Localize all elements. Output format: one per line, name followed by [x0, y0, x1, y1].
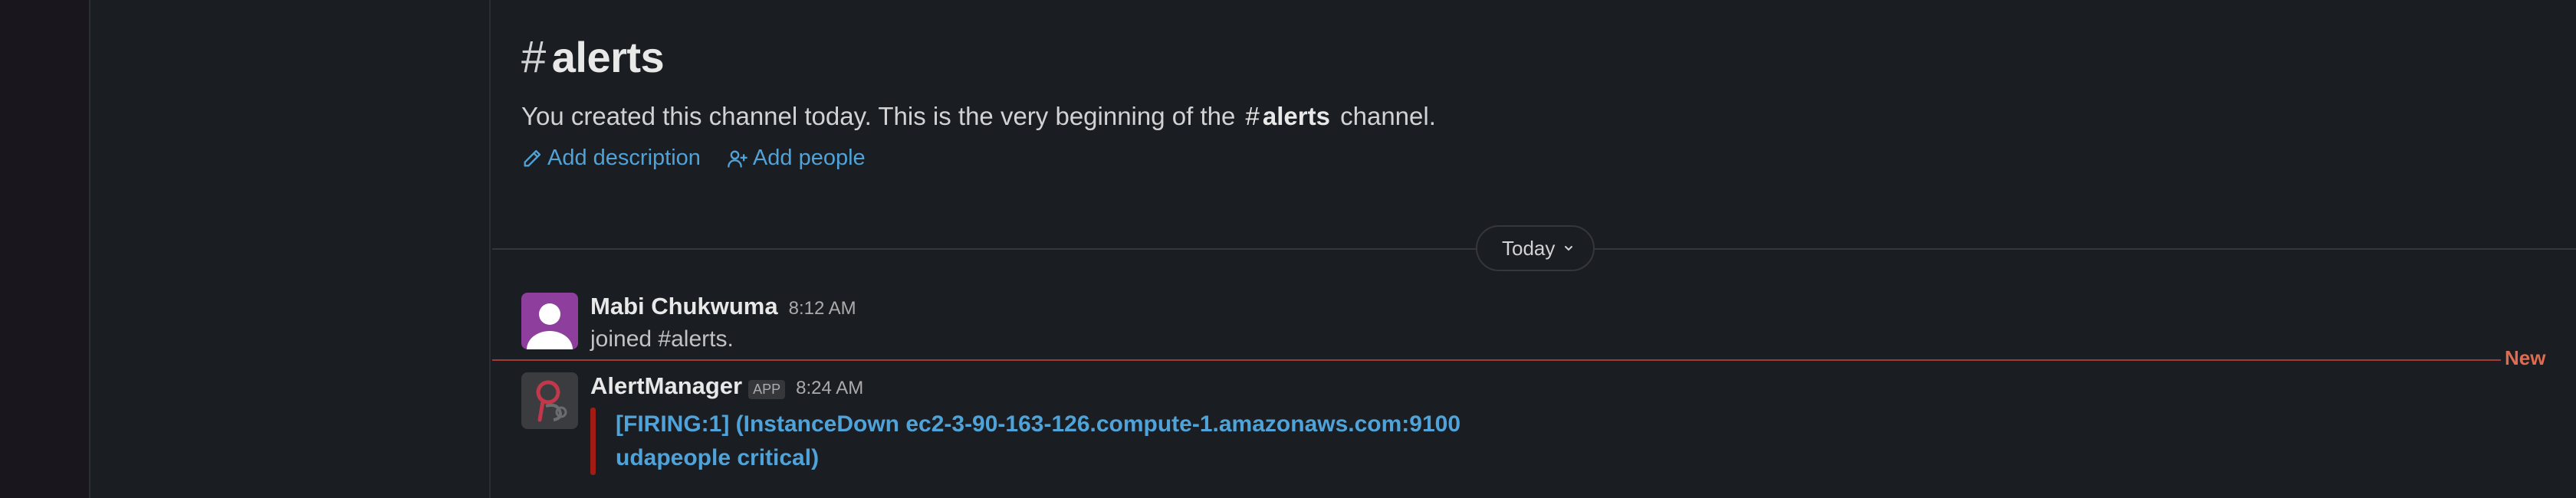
intro-suffix: channel.	[1340, 102, 1436, 130]
intro-channel-link[interactable]: # alerts	[1246, 102, 1330, 130]
attachment-color-bar	[590, 408, 596, 475]
channel-intro: # alerts You created this channel today.…	[521, 29, 1436, 171]
day-divider-label: Today	[1502, 236, 1556, 260]
workspace-rail	[0, 0, 90, 498]
message-body: AlertManager APP 8:24 AM [FIRING:1] (Ins…	[590, 372, 1460, 475]
alertmanager-logo-icon	[521, 372, 578, 429]
timestamp[interactable]: 8:24 AM	[796, 378, 863, 399]
message-item: Mabi Chukwuma 8:12 AM joined #alerts.	[521, 293, 856, 352]
app-badge: APP	[748, 380, 786, 399]
add-description-button[interactable]: Add description	[521, 146, 701, 171]
sender-name[interactable]: AlertManager	[590, 372, 742, 400]
intro-prefix: You created this channel today. This is …	[521, 102, 1236, 130]
add-description-label: Add description	[547, 146, 701, 170]
intro-hash: #	[1245, 102, 1260, 130]
attachment-content: [FIRING:1] (InstanceDown ec2-3-90-163-12…	[616, 408, 1460, 475]
avatar[interactable]	[521, 293, 578, 349]
message-pane: # alerts You created this channel today.…	[492, 0, 2576, 498]
channel-sidebar	[92, 0, 491, 498]
channel-name: alerts	[551, 32, 665, 81]
sender-name[interactable]: Mabi Chukwuma	[590, 293, 778, 320]
day-divider-button[interactable]: Today	[1476, 225, 1595, 271]
new-messages-label: New	[2505, 346, 2546, 369]
add-people-button[interactable]: Add people	[727, 146, 866, 171]
pencil-icon	[524, 149, 541, 166]
attachment-title-line[interactable]: [FIRING:1] (InstanceDown ec2-3-90-163-12…	[616, 408, 1460, 441]
channel-intro-text: You created this channel today. This is …	[521, 100, 1436, 133]
intro-channel-name: alerts	[1262, 102, 1330, 130]
chevron-down-icon	[1565, 246, 1573, 251]
new-messages-line	[492, 359, 2501, 361]
message-text: joined #alerts.	[590, 326, 734, 352]
user-avatar-icon	[521, 293, 578, 349]
message-body: Mabi Chukwuma 8:12 AM joined #alerts.	[590, 293, 856, 352]
hash-icon: #	[521, 31, 546, 82]
timestamp[interactable]: 8:12 AM	[789, 298, 856, 319]
add-person-icon	[728, 150, 748, 168]
channel-title: # alerts	[521, 29, 1436, 84]
message-header: AlertManager APP 8:24 AM	[590, 372, 1460, 400]
avatar[interactable]	[521, 372, 578, 429]
attachment-title-line[interactable]: udapeople critical)	[616, 441, 1460, 475]
message-header: Mabi Chukwuma 8:12 AM	[590, 293, 856, 320]
message-item: AlertManager APP 8:24 AM [FIRING:1] (Ins…	[521, 372, 1460, 475]
intro-actions: Add description Add people	[521, 146, 1436, 171]
alert-attachment: [FIRING:1] (InstanceDown ec2-3-90-163-12…	[590, 408, 1460, 475]
add-people-label: Add people	[752, 146, 866, 170]
